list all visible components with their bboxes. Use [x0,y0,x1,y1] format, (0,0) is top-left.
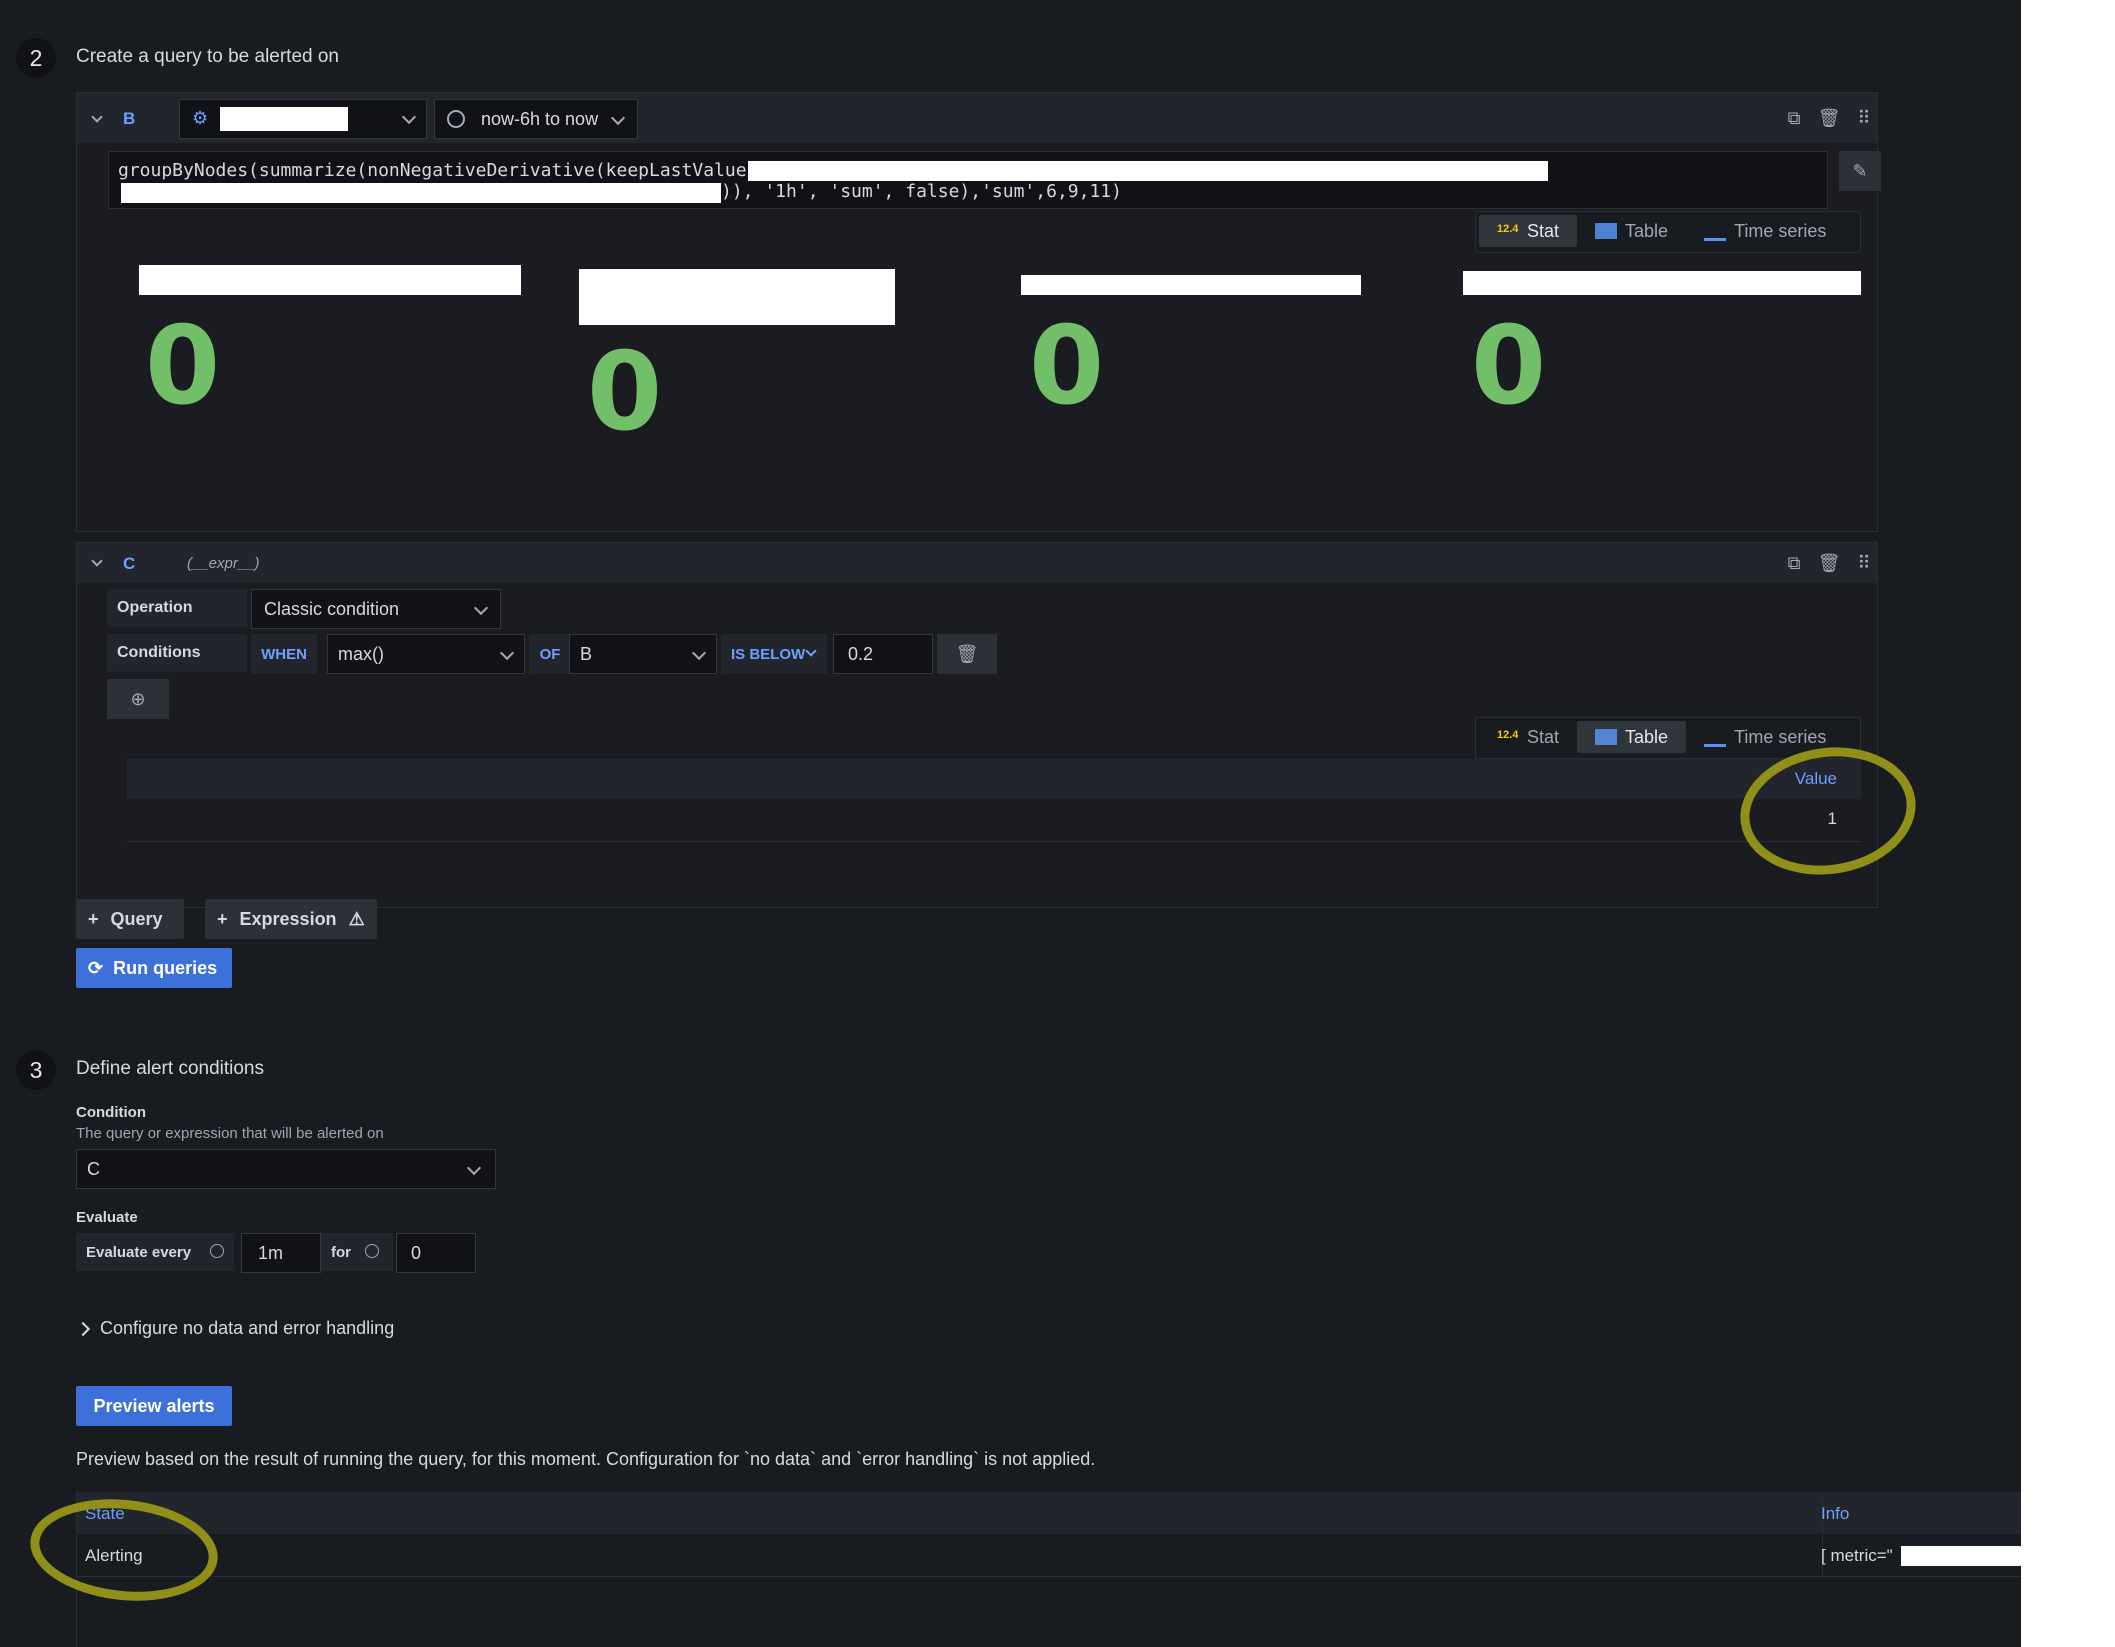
condition-label: Condition [76,1104,146,1121]
chevron-down-icon [499,645,515,661]
view-stat-button[interactable]: 12.4 Stat [1479,215,1578,247]
view-table-button[interactable]: Table [1577,215,1686,247]
alert-rule-editor: 2 Create a query to be alerted on B ⚙ no… [0,0,2021,1647]
preview-note: Preview based on the result of running t… [76,1449,1096,1469]
warning-icon: ⚠ [348,908,365,929]
chevron-down-icon [473,600,489,616]
add-query-button[interactable]: + Query [76,899,184,939]
delete-condition-trash-icon[interactable]: 🗑 [937,634,997,674]
conditions-label: Conditions [107,634,247,672]
redacted-query-part [748,161,1548,181]
query-text-line2: )), '1h', 'sum', false),'sum',6,9,11) [721,181,1122,202]
expression-type-label: (__expr__) [187,555,260,572]
reducer-select[interactable]: max() [327,634,525,674]
table-icon [1595,729,1618,745]
duplicate-icon[interactable]: ⧉ [1783,552,1805,574]
stat-value: 0 [1029,304,1105,429]
table-icon [1595,223,1618,239]
chevron-down-icon [805,645,817,657]
datasource-icon: ⚙ [192,108,209,128]
view-table-button[interactable]: Table [1577,721,1687,753]
preview-alerts-button[interactable]: Preview alerts [76,1386,232,1426]
time-range-label: now-6h to now [481,108,599,129]
evaluate-every-label: Evaluate every [76,1233,234,1271]
info-column-header[interactable]: Info [1821,1504,1849,1524]
operation-select[interactable]: Classic condition [251,589,501,629]
step-number-2: 2 [16,38,56,78]
evaluate-every-input[interactable]: 1m [241,1233,321,1273]
expression-ref-id-c[interactable]: C [123,554,135,574]
no-data-error-handling-toggle[interactable]: Configure no data and error handling [75,1318,394,1339]
evaluator-select[interactable]: IS BELOW [721,634,827,674]
trash-icon[interactable]: 🗑 [1818,552,1841,574]
operation-label: Operation [107,589,247,627]
info-icon[interactable] [365,1244,379,1258]
stat-icon: 12.4 [1497,223,1519,235]
table-row: 1 [127,799,1861,842]
run-queries-button[interactable]: ⟳ Run queries [76,948,232,988]
chevron-down-icon [691,645,707,661]
for-input[interactable]: 0 [396,1233,476,1273]
chevron-down-icon [401,109,417,125]
threshold-input[interactable]: 0.2 [833,634,933,674]
redacted-stat-title [1463,271,1861,295]
drag-handle-icon[interactable]: ⠿ [1853,552,1875,574]
info-icon[interactable] [210,1244,224,1258]
redacted-info-value [1901,1546,2021,1566]
redacted-datasource-name [220,107,348,131]
query-b-panel: B ⚙ now-6h to now ⧉ 🗑 ⠿ groupByNodes(sum… [76,92,1881,532]
plus-icon: + [88,908,99,929]
duplicate-icon[interactable]: ⧉ [1783,107,1805,129]
view-time-series-button[interactable]: Time series [1686,215,1844,247]
query-b-view-toggle: 12.4 Stat Table Time series [1475,211,1861,253]
preview-table: State Info Alerting [ metric=" [76,1492,2021,1647]
table-row: Alerting [ metric=" [77,1534,2021,1577]
add-condition-plus-icon[interactable]: ⊕ [107,679,169,719]
chevron-down-icon [610,110,626,126]
step-number-3: 3 [16,1050,56,1090]
add-expression-button[interactable]: + Expression ⚠ [205,899,377,939]
evaluate-label: Evaluate [76,1209,138,1226]
datasource-picker[interactable]: ⚙ [179,99,427,139]
info-cell: [ metric=" [1821,1546,1893,1565]
chevron-right-icon [75,1321,91,1336]
time-series-icon [1704,728,1727,747]
query-ref-id-b[interactable]: B [123,109,135,129]
redacted-stat-title [1021,275,1361,295]
stat-value: 0 [145,304,221,429]
of-keyword: OF [529,634,571,674]
trash-icon[interactable]: 🗑 [1818,107,1841,129]
when-keyword: WHEN [251,634,317,674]
drag-handle-icon[interactable]: ⠿ [1853,107,1875,129]
redacted-stat-title [139,265,521,295]
time-series-icon [1704,222,1727,241]
condition-select[interactable]: C [76,1149,496,1189]
result-table-header: Value [127,759,1861,799]
view-stat-button[interactable]: 12.4 Stat [1479,721,1577,753]
step-title-create-query: Create a query to be alerted on [76,46,340,67]
time-range-picker[interactable]: now-6h to now [434,99,638,139]
condition-description: The query or expression that will be ale… [76,1125,384,1142]
query-ref-select[interactable]: B [569,634,717,674]
stat-value: 0 [1471,304,1547,429]
stat-icon: 12.4 [1497,729,1519,741]
query-text-line1: groupByNodes(summarize(nonNegativeDeriva… [118,160,758,181]
redacted-query-part [121,183,721,203]
for-label: for [321,1233,393,1271]
chevron-down-icon [466,1160,482,1176]
plus-icon: + [217,908,228,929]
redacted-stat-title [579,269,895,325]
expression-c-panel: C (__expr__) ⧉ 🗑 ⠿ Operation Classic con… [76,542,1878,908]
stat-value: 0 [587,330,663,455]
clock-icon [447,110,465,128]
edit-pencil-icon[interactable]: ✎ [1839,151,1881,191]
step-title-define-conditions: Define alert conditions [76,1058,264,1079]
preview-table-header: State Info [77,1492,2021,1534]
refresh-icon: ⟳ [88,957,104,978]
expression-c-header [77,543,1877,583]
